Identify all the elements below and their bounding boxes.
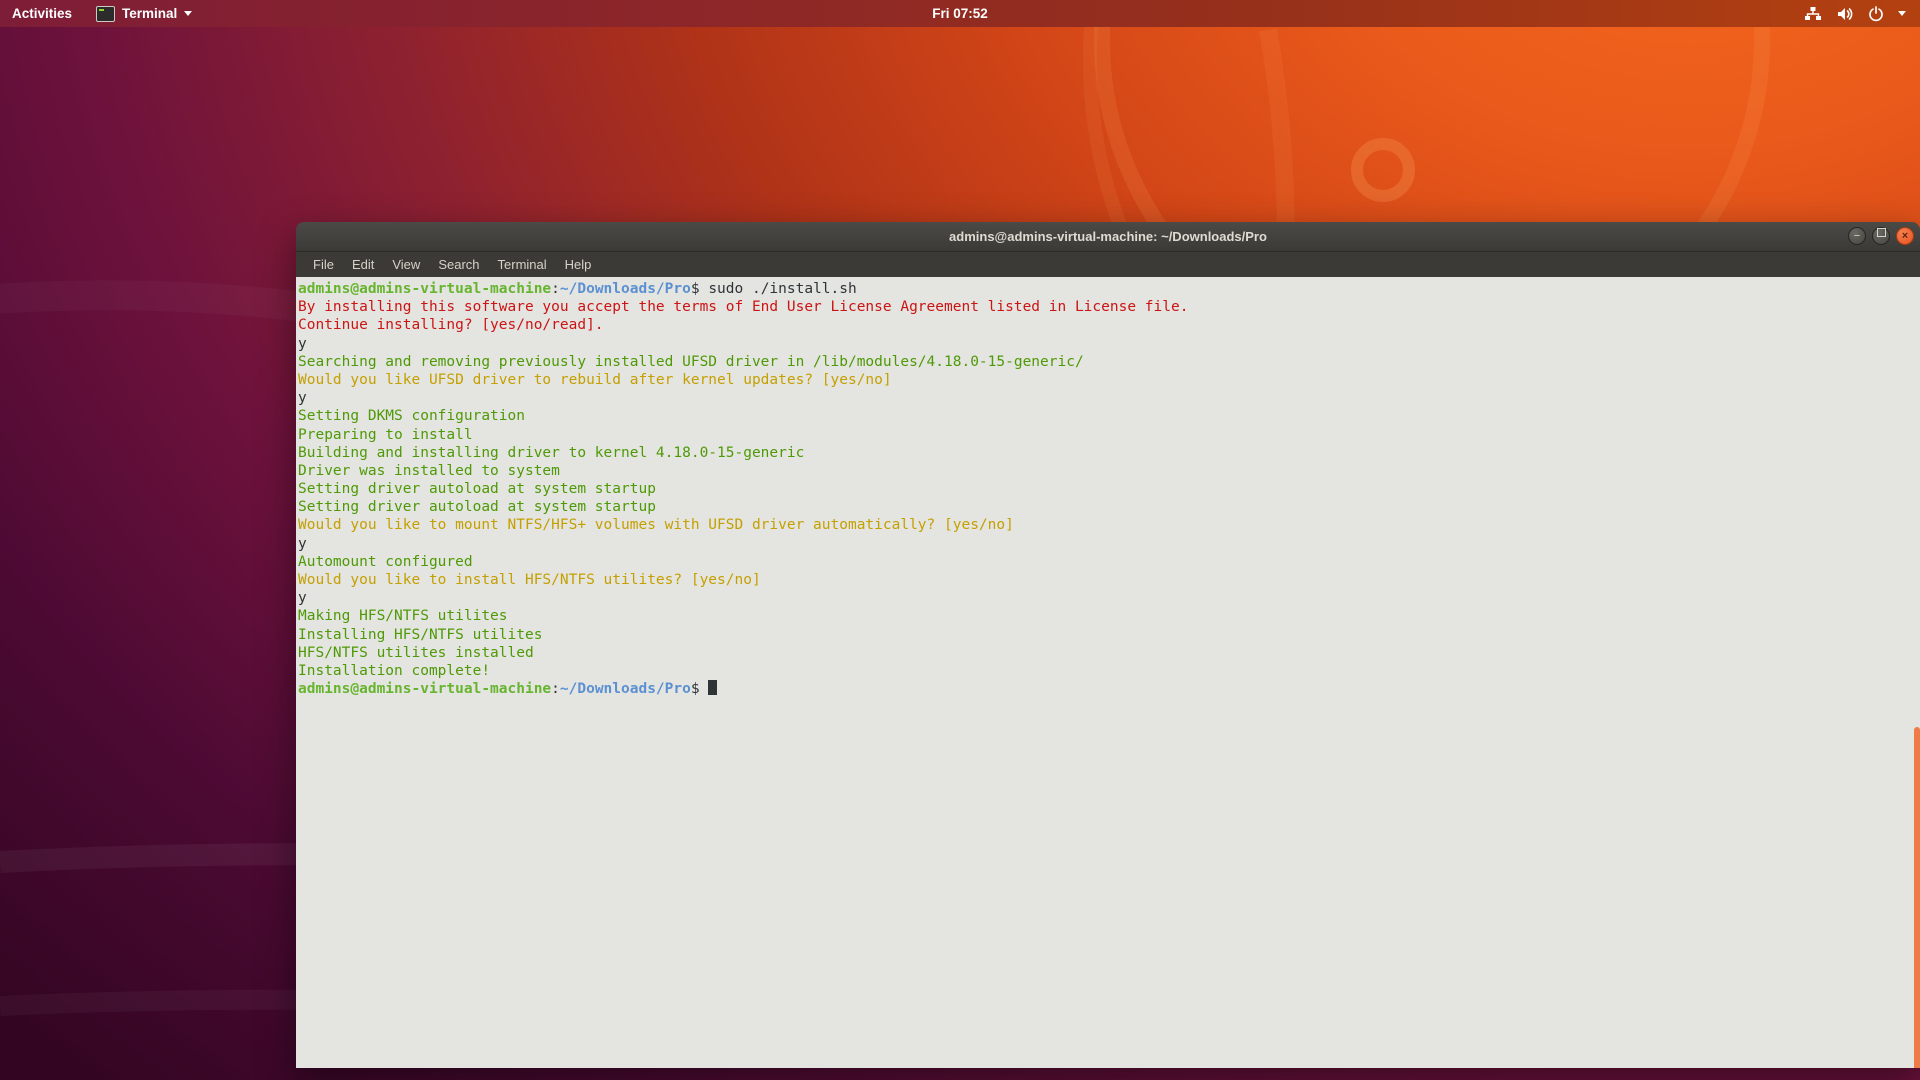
menu-item-help[interactable]: Help xyxy=(556,252,601,277)
terminal-line: HFS/NTFS utilites installed xyxy=(298,644,1188,662)
terminal-line: Would you like to mount NTFS/HFS+ volume… xyxy=(298,516,1188,534)
terminal-line: admins@admins-virtual-machine:~/Download… xyxy=(298,280,1188,298)
terminal-line: Installation complete! xyxy=(298,662,1188,680)
terminal-line: Making HFS/NTFS utilites xyxy=(298,607,1188,625)
system-status-area[interactable] xyxy=(1796,0,1914,27)
chevron-down-icon xyxy=(1898,11,1906,16)
menu-item-edit[interactable]: Edit xyxy=(343,252,383,277)
menu-bar: FileEditViewSearchTerminalHelp xyxy=(296,252,1920,277)
app-menu[interactable]: Terminal xyxy=(84,0,204,27)
top-bar: Activities Terminal Fri 07:52 xyxy=(0,0,1920,27)
volume-icon xyxy=(1836,6,1854,22)
terminal-line: Would you like UFSD driver to rebuild af… xyxy=(298,371,1188,389)
chevron-down-icon xyxy=(184,11,192,16)
terminal-line: Automount configured xyxy=(298,553,1188,571)
maximize-button[interactable] xyxy=(1872,227,1890,245)
activities-button[interactable]: Activities xyxy=(0,0,84,27)
terminal-line: Setting driver autoload at system startu… xyxy=(298,480,1188,498)
close-button[interactable]: × xyxy=(1896,227,1914,245)
terminal-line: Setting DKMS configuration xyxy=(298,407,1188,425)
terminal-line: Building and installing driver to kernel… xyxy=(298,444,1188,462)
terminal-line: y xyxy=(298,589,1188,607)
terminal-line: Searching and removing previously instal… xyxy=(298,353,1188,371)
terminal-line: Setting driver autoload at system startu… xyxy=(298,498,1188,516)
window-titlebar[interactable]: admins@admins-virtual-machine: ~/Downloa… xyxy=(296,222,1920,252)
terminal-content[interactable]: admins@admins-virtual-machine:~/Download… xyxy=(296,277,1920,1068)
app-menu-label: Terminal xyxy=(122,6,177,21)
terminal-line: Driver was installed to system xyxy=(298,462,1188,480)
menu-item-search[interactable]: Search xyxy=(429,252,488,277)
window-title: admins@admins-virtual-machine: ~/Downloa… xyxy=(296,222,1920,251)
activities-label: Activities xyxy=(12,6,72,21)
minimize-button[interactable]: − xyxy=(1848,227,1866,245)
clock[interactable]: Fri 07:52 xyxy=(0,6,1920,21)
terminal-window: admins@admins-virtual-machine: ~/Downloa… xyxy=(296,222,1920,1068)
text-cursor xyxy=(708,680,717,695)
terminal-line: admins@admins-virtual-machine:~/Download… xyxy=(298,680,1188,698)
terminal-app-icon xyxy=(96,6,115,22)
terminal-text: admins@admins-virtual-machine:~/Download… xyxy=(298,280,1188,698)
terminal-line: y xyxy=(298,535,1188,553)
terminal-line: y xyxy=(298,335,1188,353)
menu-item-terminal[interactable]: Terminal xyxy=(489,252,556,277)
maximize-icon xyxy=(1877,228,1886,237)
window-controls: − × xyxy=(1848,227,1914,245)
terminal-line: Preparing to install xyxy=(298,426,1188,444)
scrollbar-thumb[interactable] xyxy=(1914,727,1920,1068)
menu-item-view[interactable]: View xyxy=(383,252,429,277)
network-icon xyxy=(1804,6,1822,22)
terminal-line: Continue installing? [yes/no/read]. xyxy=(298,316,1188,334)
terminal-line: Would you like to install HFS/NTFS utili… xyxy=(298,571,1188,589)
terminal-line: By installing this software you accept t… xyxy=(298,298,1188,316)
power-icon xyxy=(1868,6,1884,22)
terminal-line: y xyxy=(298,389,1188,407)
menu-item-file[interactable]: File xyxy=(304,252,343,277)
terminal-line: Installing HFS/NTFS utilites xyxy=(298,626,1188,644)
